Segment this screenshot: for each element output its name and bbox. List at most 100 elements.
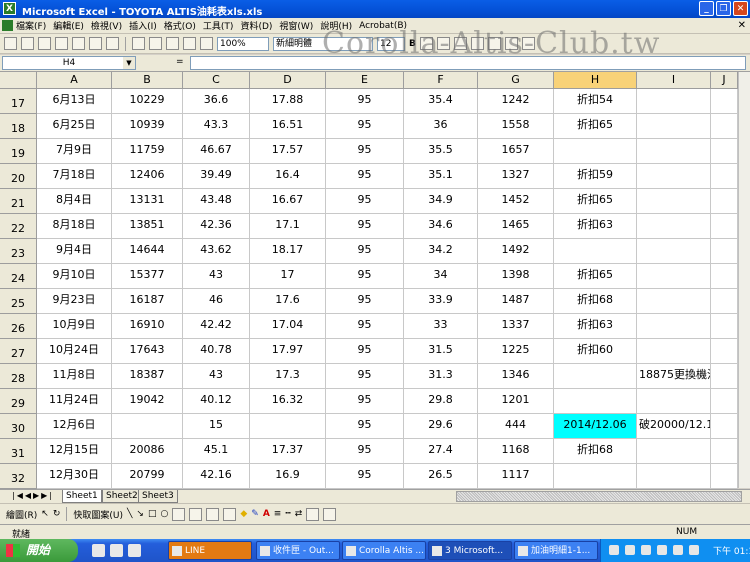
cell-d26[interactable]: 17.04 xyxy=(250,314,326,339)
chevron-down-icon[interactable]: ▼ xyxy=(123,57,135,69)
sheet-tab-1[interactable]: Sheet1 xyxy=(62,490,102,503)
cell-e20[interactable]: 95 xyxy=(326,164,404,189)
menu-tools[interactable]: 工具(T) xyxy=(203,19,234,32)
cell-i27[interactable] xyxy=(637,339,711,364)
line-style-icon[interactable]: ≡ xyxy=(274,509,282,519)
taskbar-item-outlook[interactable]: 收件匣 - Out... xyxy=(256,541,340,560)
cell-a23[interactable]: 9月4日 xyxy=(37,239,112,264)
cell-j24[interactable] xyxy=(711,264,738,289)
sheet-tab-3[interactable]: Sheet3 xyxy=(138,490,178,503)
cell-a22[interactable]: 8月18日 xyxy=(37,214,112,239)
cell-g18[interactable]: 1558 xyxy=(478,114,554,139)
cell-i28[interactable]: 18875更換機油 xyxy=(637,364,711,389)
cell-i25[interactable] xyxy=(637,289,711,314)
print-icon[interactable] xyxy=(72,37,85,50)
cell-i26[interactable] xyxy=(637,314,711,339)
messenger-icon[interactable] xyxy=(673,545,683,555)
cell-b31[interactable]: 20086 xyxy=(112,439,183,464)
cell-j25[interactable] xyxy=(711,289,738,314)
row-header[interactable]: 23 xyxy=(0,239,37,264)
cell-f20[interactable]: 35.1 xyxy=(404,164,478,189)
menu-data[interactable]: 資料(D) xyxy=(240,19,272,32)
cell-f21[interactable]: 34.9 xyxy=(404,189,478,214)
column-header-d[interactable]: D xyxy=(250,72,326,89)
cell-e22[interactable]: 95 xyxy=(326,214,404,239)
cell-g19[interactable]: 1657 xyxy=(478,139,554,164)
cell-d23[interactable]: 18.17 xyxy=(250,239,326,264)
cell-a18[interactable]: 6月25日 xyxy=(37,114,112,139)
cell-d18[interactable]: 16.51 xyxy=(250,114,326,139)
menu-view[interactable]: 檢視(V) xyxy=(91,19,122,32)
cell-g25[interactable]: 1487 xyxy=(478,289,554,314)
network-icon[interactable] xyxy=(641,545,651,555)
menu-format[interactable]: 格式(O) xyxy=(164,19,196,32)
cell-b21[interactable]: 13131 xyxy=(112,189,183,214)
zoom-select[interactable]: 100% xyxy=(217,36,269,51)
font-color-icon[interactable]: A xyxy=(263,509,270,519)
cell-e29[interactable]: 95 xyxy=(326,389,404,414)
cell-j21[interactable] xyxy=(711,189,738,214)
cell-c24[interactable]: 43 xyxy=(183,264,250,289)
cell-d27[interactable]: 17.97 xyxy=(250,339,326,364)
close-workbook-icon[interactable]: ✕ xyxy=(738,20,746,31)
save-icon[interactable] xyxy=(38,37,51,50)
sheet-nav-arrows[interactable]: |◀◀▶▶| xyxy=(12,491,54,500)
cell-c23[interactable]: 43.62 xyxy=(183,239,250,264)
cell-e27[interactable]: 95 xyxy=(326,339,404,364)
cell-d30[interactable] xyxy=(250,414,326,439)
cell-h23[interactable] xyxy=(554,239,637,264)
dash-style-icon[interactable]: ┅ xyxy=(285,509,290,519)
cell-i24[interactable] xyxy=(637,264,711,289)
column-header-f[interactable]: F xyxy=(404,72,478,89)
cell-a19[interactable]: 7月9日 xyxy=(37,139,112,164)
cell-e17[interactable]: 95 xyxy=(326,89,404,114)
cell-f25[interactable]: 33.9 xyxy=(404,289,478,314)
cell-g30[interactable]: 444 xyxy=(478,414,554,439)
volume-icon[interactable] xyxy=(689,545,699,555)
cell-h32[interactable] xyxy=(554,464,637,489)
select-objects-icon[interactable]: ↖ xyxy=(41,509,49,519)
row-header[interactable]: 28 xyxy=(0,364,37,389)
cell-e28[interactable]: 95 xyxy=(326,364,404,389)
cell-b30[interactable] xyxy=(112,414,183,439)
row-header[interactable]: 18 xyxy=(0,114,37,139)
cell-i18[interactable] xyxy=(637,114,711,139)
cell-i17[interactable] xyxy=(637,89,711,114)
cell-i29[interactable] xyxy=(637,389,711,414)
cell-e26[interactable]: 95 xyxy=(326,314,404,339)
cell-h26[interactable]: 折扣63 xyxy=(554,314,637,339)
horizontal-scrollbar[interactable] xyxy=(456,491,742,502)
cell-j27[interactable] xyxy=(711,339,738,364)
cell-a20[interactable]: 7月18日 xyxy=(37,164,112,189)
cell-e24[interactable]: 95 xyxy=(326,264,404,289)
cell-d24[interactable]: 17 xyxy=(250,264,326,289)
column-header-j[interactable]: J xyxy=(711,72,738,89)
cell-g26[interactable]: 1337 xyxy=(478,314,554,339)
row-header[interactable]: 30 xyxy=(0,414,37,439)
row-header[interactable]: 20 xyxy=(0,164,37,189)
cell-a31[interactable]: 12月15日 xyxy=(37,439,112,464)
cell-c31[interactable]: 45.1 xyxy=(183,439,250,464)
row-header[interactable]: 21 xyxy=(0,189,37,214)
vertical-scrollbar[interactable] xyxy=(738,72,750,488)
sheet-tab-2[interactable]: Sheet2 xyxy=(102,490,142,503)
rotate-icon[interactable]: ↻ xyxy=(53,509,61,519)
new-icon[interactable] xyxy=(4,37,17,50)
cell-c19[interactable]: 46.67 xyxy=(183,139,250,164)
cell-h29[interactable] xyxy=(554,389,637,414)
cell-j26[interactable] xyxy=(711,314,738,339)
taskbar-item-line[interactable]: LINE xyxy=(168,541,252,560)
cell-a29[interactable]: 11月24日 xyxy=(37,389,112,414)
row-header[interactable]: 29 xyxy=(0,389,37,414)
cell-g23[interactable]: 1492 xyxy=(478,239,554,264)
cell-e19[interactable]: 95 xyxy=(326,139,404,164)
start-button[interactable]: 開始 xyxy=(0,539,78,562)
cell-j31[interactable] xyxy=(711,439,738,464)
cell-h25[interactable]: 折扣68 xyxy=(554,289,637,314)
cell-g20[interactable]: 1327 xyxy=(478,164,554,189)
cell-b26[interactable]: 16910 xyxy=(112,314,183,339)
cell-j22[interactable] xyxy=(711,214,738,239)
cell-e30[interactable]: 95 xyxy=(326,414,404,439)
cell-f29[interactable]: 29.8 xyxy=(404,389,478,414)
cell-d22[interactable]: 17.1 xyxy=(250,214,326,239)
